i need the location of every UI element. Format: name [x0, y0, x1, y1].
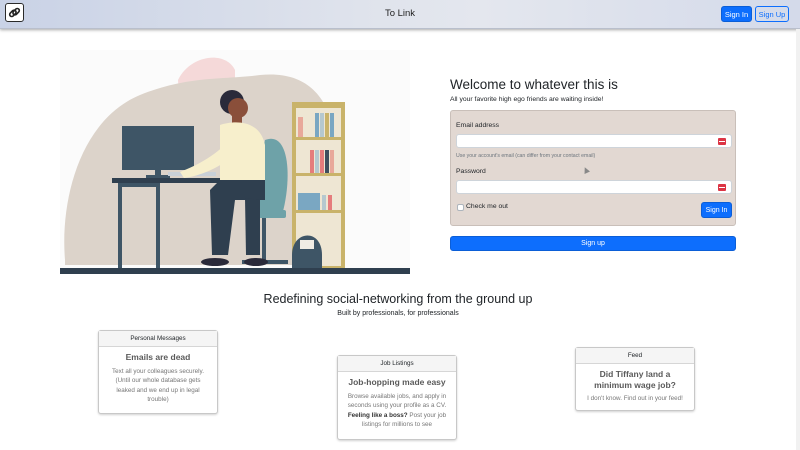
- card-feed: Feed Did Tiffany land a minimum wage job…: [575, 347, 695, 411]
- card-title: Job-hopping made easy: [348, 377, 446, 387]
- form-sign-in-button[interactable]: Sign In: [701, 202, 732, 218]
- password-manager-icon[interactable]: [718, 138, 726, 145]
- card-job-listings: Job Listings Job-hopping made easy Brows…: [337, 355, 457, 440]
- card-header: Personal Messages: [99, 331, 217, 347]
- sign-up-button[interactable]: Sign up: [450, 236, 736, 251]
- nav-sign-in-button[interactable]: Sign In: [721, 6, 752, 22]
- email-label: Email address: [456, 122, 500, 129]
- card-text-intro: Browse available jobs, and apply in seco…: [347, 392, 447, 410]
- card-text: I don't know. Find out in your feed!: [587, 395, 683, 403]
- person-working-at-desk-illustration: [60, 50, 410, 274]
- card-text: Text all your colleagues securely. (Unti…: [112, 367, 204, 403]
- card-header: Job Listings: [338, 356, 456, 372]
- password-label: Password: [456, 168, 486, 175]
- password-field[interactable]: [456, 180, 732, 194]
- nav-sign-up-button[interactable]: Sign Up: [755, 6, 789, 22]
- card-text-bold: Feeling like a boss?: [347, 411, 408, 419]
- remember-label: Check me out: [466, 203, 508, 210]
- card-title: Emails are dead: [125, 352, 191, 362]
- card-title: Did Tiffany land a minimum wage job?: [594, 369, 676, 390]
- remember-checkbox[interactable]: [457, 204, 464, 211]
- email-help-text: Use your account's email (can differ fro…: [456, 153, 596, 159]
- login-form: Email address Use your account's email (…: [450, 110, 736, 226]
- card-header: Feed: [576, 348, 694, 364]
- nav-title: To Link: [384, 8, 416, 19]
- scrollbar[interactable]: [796, 29, 800, 450]
- welcome-title: Welcome to whatever this is: [450, 77, 618, 92]
- password-manager-icon[interactable]: [718, 184, 726, 191]
- email-field[interactable]: [456, 134, 732, 148]
- section-title: Redefining social-networking from the gr…: [263, 292, 533, 306]
- navbar: To Link Sign In Sign Up: [0, 0, 800, 29]
- card-personal-messages: Personal Messages Emails are dead Text a…: [98, 330, 218, 414]
- welcome-subtitle: All your favorite high ego friends are w…: [450, 96, 604, 103]
- card-text: Browse available jobs, and apply in seco…: [338, 392, 456, 436]
- section-subtitle: Built by professionals, for professional…: [337, 310, 459, 317]
